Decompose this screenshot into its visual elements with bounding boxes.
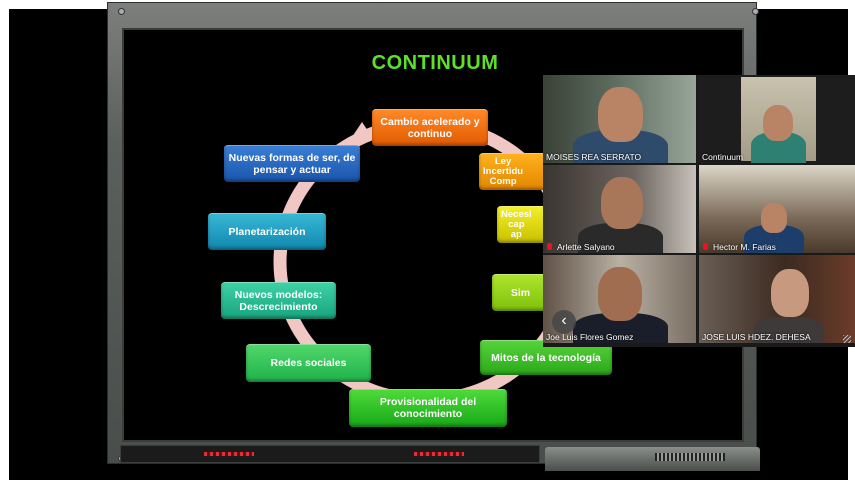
resize-grip-icon[interactable] — [843, 335, 851, 343]
node-redes-label: Redes sociales — [270, 357, 347, 369]
participant-name: Joe Luis Flores Gomez — [546, 332, 634, 342]
muted-mic-icon — [547, 243, 552, 250]
grille-icon — [655, 453, 725, 461]
node-ley-label: Ley Incertidu Comp — [483, 155, 524, 187]
node-formas: Nuevas formas de ser, de pensar y actuar — [224, 145, 360, 182]
participant-tile[interactable]: MOISES REA SERRATO — [543, 75, 696, 163]
monitor-stand — [545, 447, 760, 471]
node-sim: Sim — [492, 274, 549, 311]
participant-video — [741, 77, 816, 163]
node-formas-label: Nuevas formas de ser, de pensar y actuar — [228, 151, 356, 176]
slide-title: CONTINUUM — [371, 52, 499, 74]
participant-tile[interactable]: Continuum — [699, 75, 855, 163]
led-indicator-icon — [204, 452, 254, 456]
participant-tile[interactable]: Arlette Salyano — [543, 165, 696, 253]
participant-face — [598, 267, 642, 321]
node-ley: Ley Incertidu Comp — [479, 153, 549, 190]
node-necesidad: Necesi cap ap — [497, 206, 549, 243]
led-indicator-icon — [414, 452, 464, 456]
participant-name: Continuum — [702, 152, 744, 162]
node-modelos: Nuevos modelos: Descrecimiento — [221, 282, 336, 319]
participant-face — [761, 203, 787, 233]
participant-name: MOISES REA SERRATO — [546, 152, 642, 162]
node-modelos-label: Nuevos modelos: Descrecimiento — [234, 288, 323, 313]
node-sim-label: Sim — [510, 286, 531, 299]
participant-name: JOSE LUIS HDEZ. DEHESA — [702, 332, 811, 342]
node-cambio-label: Cambio acelerado y continuo — [380, 115, 480, 140]
monitor-bottom-bar — [120, 445, 540, 463]
node-redes: Redes sociales — [246, 344, 371, 382]
participant-face — [598, 87, 643, 142]
participant-face — [601, 177, 643, 229]
node-cambio: Cambio acelerado y continuo — [372, 109, 488, 146]
participant-name: Hector M. Farias — [713, 242, 776, 252]
participant-tile[interactable]: JOSE LUIS HDEZ. DEHESA — [699, 255, 855, 343]
node-planetarizacion-label: Planetarización — [228, 225, 306, 238]
participant-face — [771, 269, 809, 317]
participant-face — [763, 105, 793, 141]
node-planetarizacion: Planetarización — [208, 213, 326, 250]
node-provisionalidad: Provisionalidad del conocimiento — [349, 389, 507, 427]
muted-mic-icon — [703, 243, 708, 250]
participant-name: Arlette Salyano — [557, 242, 615, 252]
node-provisionalidad-label: Provisionalidad del conocimiento — [379, 396, 477, 420]
participant-gallery[interactable]: MOISES REA SERRATO Continuum Arlette Sal… — [543, 75, 855, 347]
gallery-back-button[interactable]: ‹ — [552, 310, 576, 334]
node-necesidad-label: Necesi cap ap — [501, 208, 532, 240]
participant-tile[interactable]: Hector M. Farias — [699, 165, 855, 253]
node-mitos-label: Mitos de la tecnología — [491, 351, 601, 364]
